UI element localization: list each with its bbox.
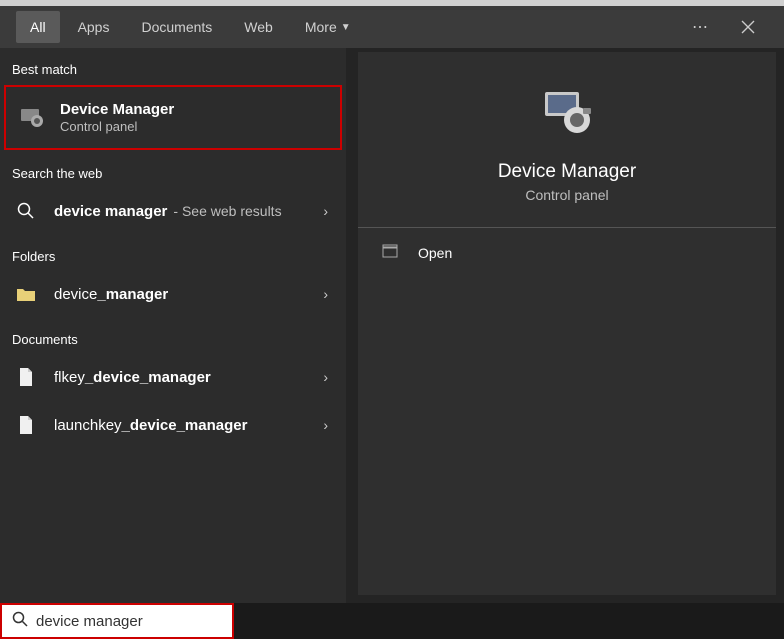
best-match-text: Device Manager Control panel — [60, 101, 328, 134]
tab-more-label: More — [305, 19, 337, 35]
search-icon — [12, 611, 28, 632]
search-header: All Apps Documents Web More ▼ ⋯ — [0, 6, 784, 48]
open-action[interactable]: Open — [358, 228, 776, 277]
chevron-right-icon: › — [323, 369, 334, 385]
device-manager-large-icon — [539, 88, 595, 143]
doc1-bold: _device_manager — [85, 369, 211, 386]
folder-icon — [12, 280, 40, 308]
close-icon — [741, 20, 755, 34]
search-icon — [12, 197, 40, 225]
open-icon — [382, 244, 400, 261]
search-input[interactable] — [36, 613, 235, 630]
doc2-bold: _device_manager — [122, 417, 248, 434]
chevron-right-icon: › — [323, 203, 334, 219]
doc1-prefix: flkey — [54, 369, 85, 386]
preview-panel: Device Manager Control panel Open — [346, 48, 784, 603]
folder-result-text: device_manager — [54, 286, 323, 303]
best-match-result[interactable]: Device Manager Control panel — [4, 85, 342, 150]
best-match-title: Device Manager — [60, 101, 328, 118]
web-result[interactable]: device manager - See web results › — [0, 187, 346, 235]
ellipsis-icon: ⋯ — [692, 17, 708, 37]
best-match-subtitle: Control panel — [60, 119, 328, 134]
doc2-text: launchkey_device_manager — [54, 417, 323, 434]
filter-tabs: All Apps Documents Web More ▼ — [8, 11, 365, 43]
document-result-2[interactable]: launchkey_device_manager › — [0, 401, 346, 449]
preview-title: Device Manager — [498, 161, 636, 183]
doc2-prefix: launchkey — [54, 417, 122, 434]
web-suffix: - See web results — [173, 203, 281, 219]
tab-apps[interactable]: Apps — [64, 11, 124, 43]
web-result-text: device manager - See web results — [54, 203, 323, 220]
folder-result[interactable]: device_manager › — [0, 270, 346, 318]
preview-header: Device Manager Control panel — [358, 52, 776, 228]
open-label: Open — [418, 245, 452, 261]
preview-card: Device Manager Control panel Open — [358, 52, 776, 595]
web-query: device manager — [54, 203, 167, 220]
device-manager-icon — [18, 104, 46, 132]
document-result-1[interactable]: flkey_device_manager › — [0, 353, 346, 401]
section-search-web: Search the web — [0, 152, 346, 187]
doc1-text: flkey_device_manager — [54, 369, 323, 386]
document-icon — [12, 363, 40, 391]
document-icon — [12, 411, 40, 439]
tab-more[interactable]: More ▼ — [291, 11, 365, 43]
section-documents: Documents — [0, 318, 346, 353]
preview-subtitle: Control panel — [525, 187, 608, 203]
chevron-right-icon: › — [323, 286, 334, 302]
folder-bold: _manager — [97, 286, 168, 303]
tab-documents[interactable]: Documents — [127, 11, 226, 43]
folder-prefix: device — [54, 286, 97, 303]
close-button[interactable] — [732, 11, 764, 43]
options-button[interactable]: ⋯ — [684, 11, 716, 43]
section-folders: Folders — [0, 235, 346, 270]
results-panel: Best match Device Manager Control panel … — [0, 48, 346, 603]
chevron-right-icon: › — [323, 417, 334, 433]
main-content: Best match Device Manager Control panel … — [0, 48, 784, 603]
tab-web[interactable]: Web — [230, 11, 287, 43]
section-best-match: Best match — [0, 48, 346, 83]
chevron-down-icon: ▼ — [341, 22, 351, 33]
search-bar[interactable] — [0, 603, 234, 639]
tab-all[interactable]: All — [16, 11, 60, 43]
header-actions: ⋯ — [684, 11, 776, 43]
